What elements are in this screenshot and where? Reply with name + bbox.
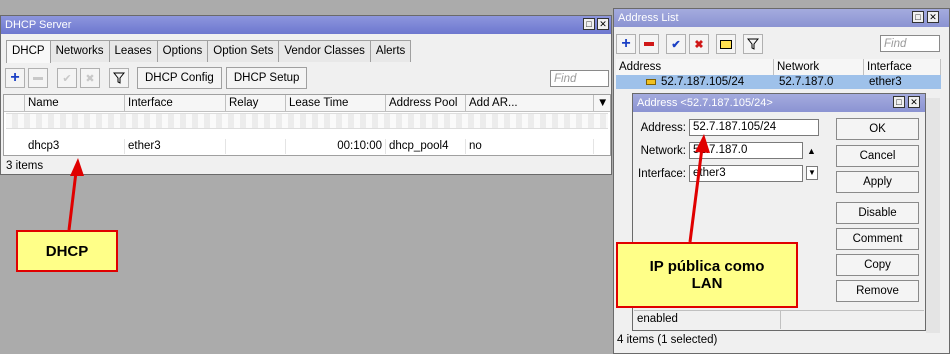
arrow-ip-head [695,134,710,153]
annotation-arrows [67,134,710,243]
arrow-dhcp-head [70,158,84,176]
arrow-dhcp-shaft [67,171,78,231]
arrow-ip-shaft [688,147,704,243]
